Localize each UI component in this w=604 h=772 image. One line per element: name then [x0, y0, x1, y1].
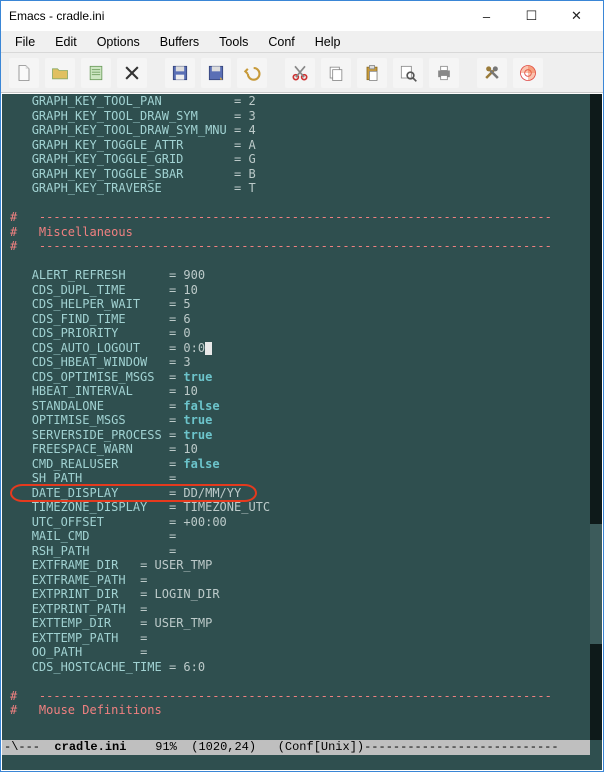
paste-icon[interactable] — [357, 58, 387, 88]
menu-help[interactable]: Help — [307, 33, 349, 51]
menu-tools[interactable]: Tools — [211, 33, 256, 51]
help-icon[interactable] — [513, 58, 543, 88]
window-title: Emacs - cradle.ini — [9, 9, 464, 23]
minibuffer[interactable] — [2, 755, 602, 770]
prefs-icon[interactable] — [477, 58, 507, 88]
save-as-icon[interactable] — [201, 58, 231, 88]
dired-icon[interactable] — [81, 58, 111, 88]
menu-conf[interactable]: Conf — [260, 33, 302, 51]
menu-edit[interactable]: Edit — [47, 33, 85, 51]
kill-buffer-icon[interactable] — [117, 58, 147, 88]
save-icon[interactable] — [165, 58, 195, 88]
modeline: -\--- cradle.ini 91% (1020,24) (Conf[Uni… — [2, 740, 590, 755]
print-icon[interactable] — [429, 58, 459, 88]
editor-content[interactable]: GRAPH_KEY_TOOL_PAN = 2 GRAPH_KEY_TOOL_DR… — [8, 94, 590, 740]
menu-buffers[interactable]: Buffers — [152, 33, 207, 51]
menu-options[interactable]: Options — [89, 33, 148, 51]
cut-icon[interactable] — [285, 58, 315, 88]
minimize-button[interactable]: – — [464, 2, 509, 30]
vertical-scrollbar[interactable] — [590, 94, 602, 740]
toolbar — [1, 53, 603, 93]
titlebar: Emacs - cradle.ini – ☐ ✕ — [1, 1, 603, 31]
editor-area: GRAPH_KEY_TOOL_PAN = 2 GRAPH_KEY_TOOL_DR… — [2, 94, 602, 755]
close-button[interactable]: ✕ — [554, 2, 599, 30]
new-file-icon[interactable] — [9, 58, 39, 88]
copy-icon[interactable] — [321, 58, 351, 88]
scrollbar-thumb[interactable] — [590, 524, 602, 644]
menu-file[interactable]: File — [7, 33, 43, 51]
search-icon[interactable] — [393, 58, 423, 88]
open-file-icon[interactable] — [45, 58, 75, 88]
undo-icon[interactable] — [237, 58, 267, 88]
maximize-button[interactable]: ☐ — [509, 2, 554, 30]
menubar: File Edit Options Buffers Tools Conf Hel… — [1, 31, 603, 53]
